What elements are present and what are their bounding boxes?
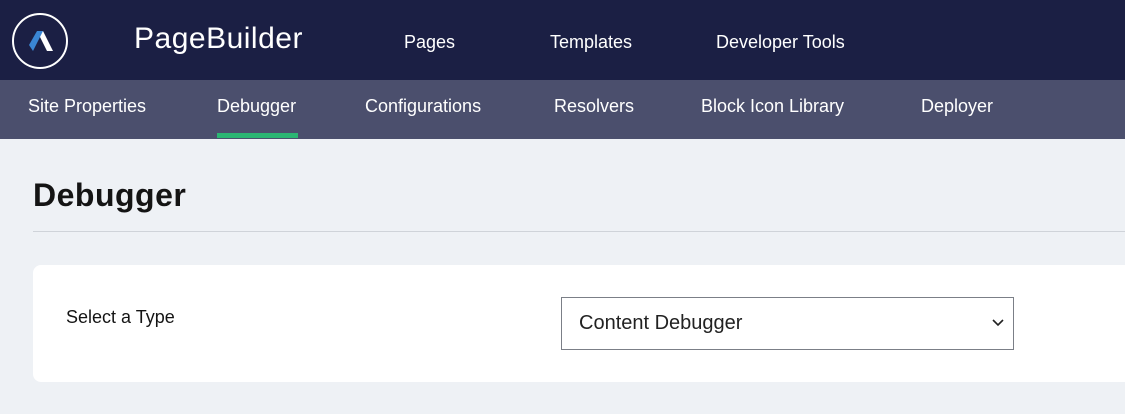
subnav-site-properties[interactable]: Site Properties <box>28 96 146 117</box>
subnav-deployer[interactable]: Deployer <box>921 96 993 117</box>
subnav-block-icon-library[interactable]: Block Icon Library <box>701 96 844 117</box>
subnav-debugger[interactable]: Debugger <box>217 96 296 117</box>
topnav-templates[interactable]: Templates <box>550 32 632 53</box>
title-divider <box>33 231 1125 232</box>
logo-inner <box>18 19 62 63</box>
app-title[interactable]: PageBuilder <box>134 22 303 56</box>
logo-glyph-icon <box>29 31 53 51</box>
topnav-developer-tools[interactable]: Developer Tools <box>716 32 845 53</box>
type-select[interactable]: Content Debugger <box>561 297 1014 350</box>
active-tab-indicator <box>217 133 298 138</box>
type-select-value: Content Debugger <box>579 312 743 334</box>
subnav-resolvers[interactable]: Resolvers <box>554 96 634 117</box>
page-title: Debugger <box>33 177 187 213</box>
type-select-label: Select a Type <box>66 307 175 327</box>
subnav-configurations[interactable]: Configurations <box>365 96 481 117</box>
chevron-down-icon <box>992 319 1004 327</box>
topnav-pages[interactable]: Pages <box>404 32 455 53</box>
arc-logo-icon[interactable] <box>12 13 68 69</box>
